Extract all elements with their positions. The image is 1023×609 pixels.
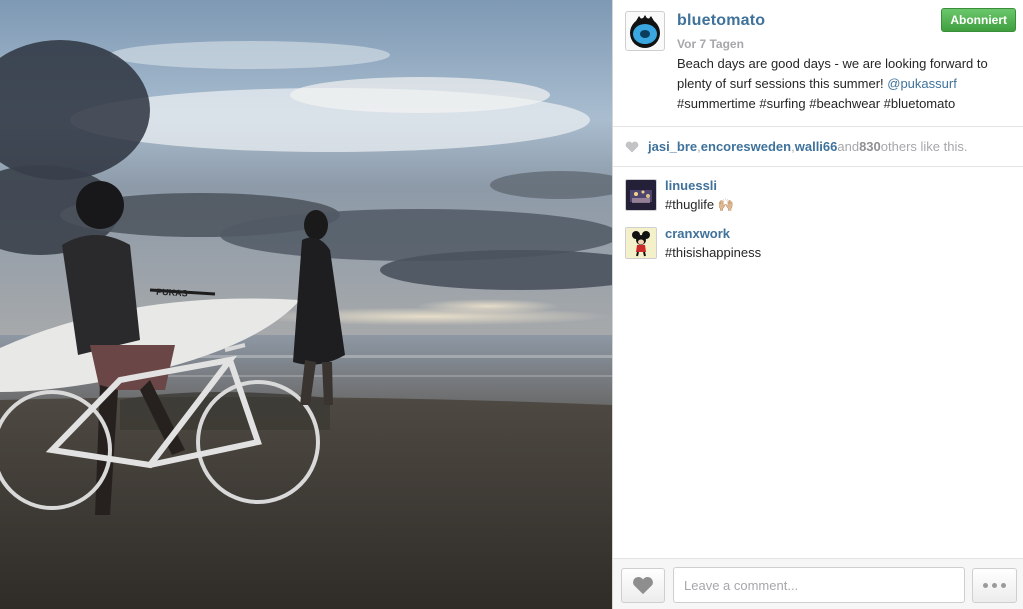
liker-username[interactable]: jasi_bre bbox=[648, 139, 697, 154]
caption-hashtags[interactable]: #summertime #surfing #beachwear #bluetom… bbox=[677, 96, 955, 111]
bluetomato-logo-icon bbox=[630, 15, 660, 48]
commenter-avatar[interactable] bbox=[625, 227, 657, 259]
likes-count[interactable]: 830 bbox=[859, 139, 881, 154]
owner-avatar[interactable] bbox=[625, 11, 665, 51]
post-photo[interactable]: PUKAS bbox=[0, 0, 612, 609]
post-age[interactable]: Vor 7 Tagen bbox=[677, 37, 744, 51]
comment-text: #thisishappiness bbox=[665, 245, 762, 260]
more-options-icon bbox=[1001, 583, 1006, 588]
heart-icon bbox=[633, 576, 653, 595]
mickey-mouse-avatar bbox=[626, 228, 656, 258]
heart-icon bbox=[625, 141, 639, 152]
commenter-avatar[interactable] bbox=[625, 179, 657, 211]
post-side-panel: bluetomato Abonniert Vor 7 Tagen Beach d… bbox=[612, 0, 1023, 609]
beach-surfers-photo: PUKAS bbox=[0, 0, 612, 609]
comment-text: #thuglife 🙌🏼 bbox=[665, 197, 734, 212]
commenter-username[interactable]: linuessli bbox=[665, 177, 1023, 195]
owner-username[interactable]: bluetomato bbox=[677, 12, 765, 30]
comment-item: cranxwork #thisishappiness bbox=[613, 225, 1023, 273]
more-options-icon bbox=[992, 583, 997, 588]
liker-username[interactable]: walli66 bbox=[795, 139, 838, 154]
more-options-icon bbox=[983, 583, 988, 588]
likes-suffix-text: others like this. bbox=[880, 139, 968, 154]
night-photo-avatar bbox=[626, 180, 656, 210]
likes-and-text: and bbox=[837, 139, 860, 154]
post-modal: PUKAS bluetomato Abonniert Vor 7 Tagen B… bbox=[0, 0, 1023, 609]
more-options-button[interactable] bbox=[972, 568, 1017, 603]
comment-item: linuessli #thuglife 🙌🏼 bbox=[613, 177, 1023, 225]
caption-mention-link[interactable]: @pukassurf bbox=[887, 76, 957, 91]
follow-button[interactable]: Abonniert bbox=[941, 8, 1016, 32]
post-caption: Beach days are good days - we are lookin… bbox=[677, 54, 1013, 114]
comments-list: linuessli #thuglife 🙌🏼 cranxwork #thisis… bbox=[613, 167, 1023, 558]
like-button[interactable] bbox=[621, 568, 665, 603]
commenter-username[interactable]: cranxwork bbox=[665, 225, 1023, 243]
post-header: bluetomato Abonniert Vor 7 Tagen Beach d… bbox=[613, 0, 1023, 127]
comment-input[interactable] bbox=[673, 567, 965, 603]
likes-summary: jasi_bre, encoresweden, walli66 and 830 … bbox=[613, 127, 1023, 167]
surfboard-brand-text: PUKAS bbox=[156, 287, 188, 299]
liker-username[interactable]: encoresweden bbox=[701, 139, 791, 154]
comment-bar bbox=[613, 558, 1023, 609]
